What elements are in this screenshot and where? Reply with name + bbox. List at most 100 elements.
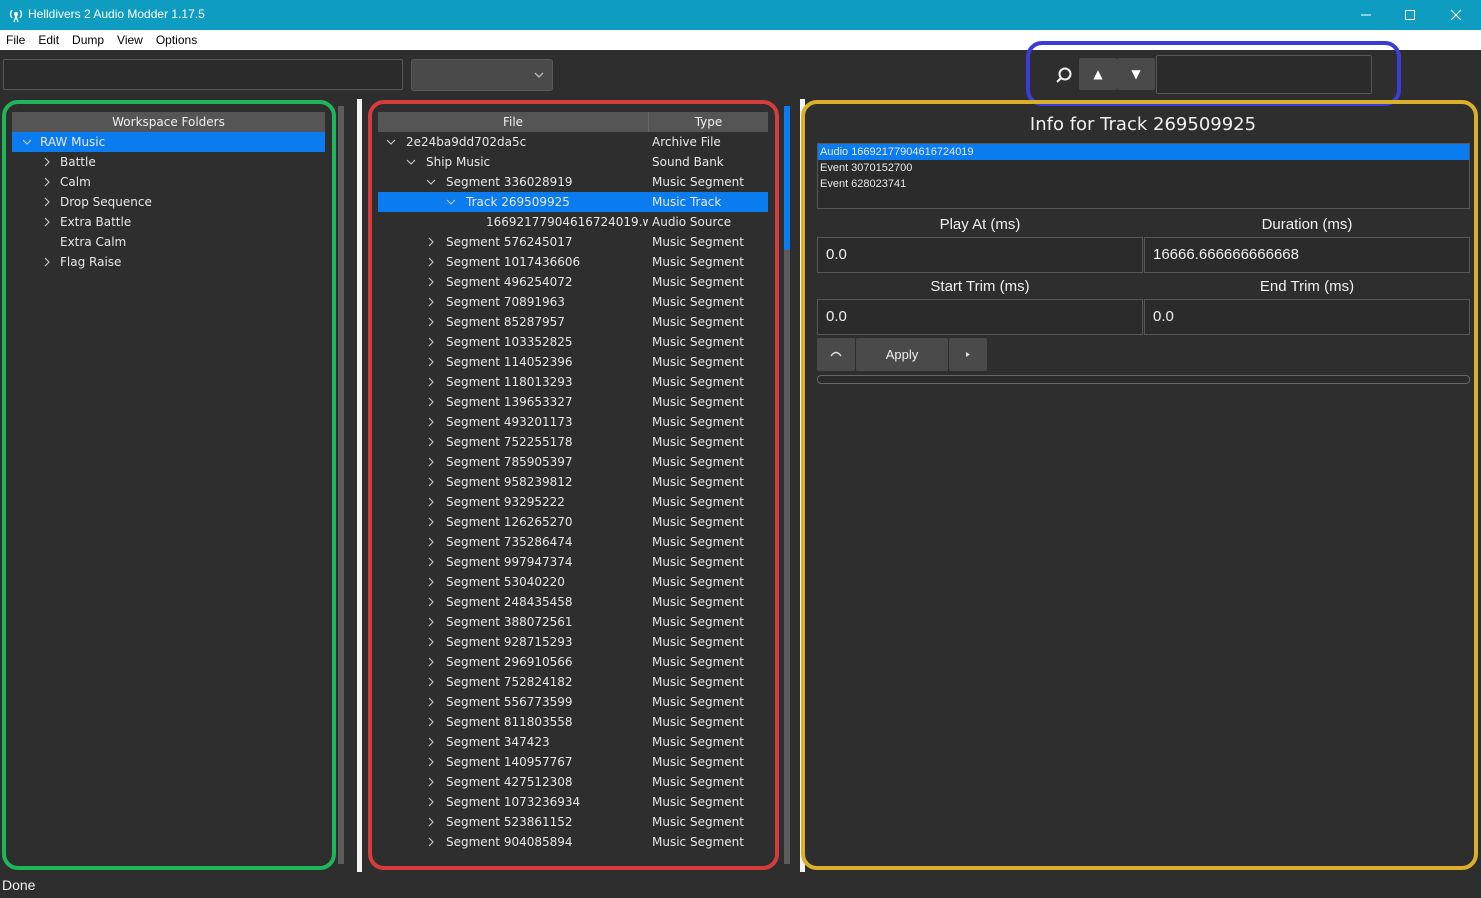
path-input[interactable] bbox=[3, 59, 403, 90]
file-column-header[interactable]: File bbox=[378, 112, 648, 132]
table-row[interactable]: Segment 336028919 Music Segment bbox=[378, 172, 768, 192]
table-row[interactable]: Segment 523861152 Music Segment bbox=[378, 812, 768, 832]
chevron-right-icon[interactable] bbox=[42, 197, 52, 207]
chevron-right-icon[interactable] bbox=[426, 617, 436, 627]
menu-view[interactable]: View bbox=[111, 33, 150, 47]
chevron-right-icon[interactable] bbox=[42, 217, 52, 227]
chevron-right-icon[interactable] bbox=[42, 177, 52, 187]
chevron-right-icon[interactable] bbox=[426, 277, 436, 287]
table-row[interactable]: Segment 928715293 Music Segment bbox=[378, 632, 768, 652]
filter-combo[interactable] bbox=[411, 59, 553, 91]
type-column-header[interactable]: Type bbox=[648, 112, 768, 132]
end-trim-input[interactable]: 0.0 bbox=[1144, 299, 1470, 335]
table-row[interactable]: Segment 752824182 Music Segment bbox=[378, 672, 768, 692]
table-row[interactable]: Segment 140957767 Music Segment bbox=[378, 752, 768, 772]
chevron-right-icon[interactable] bbox=[426, 717, 436, 727]
workspace-scrollbar[interactable] bbox=[338, 106, 344, 864]
chevron-right-icon[interactable] bbox=[426, 357, 436, 367]
table-row[interactable]: Segment 811803558 Music Segment bbox=[378, 712, 768, 732]
chevron-right-icon[interactable] bbox=[426, 437, 436, 447]
table-row[interactable]: Segment 388072561 Music Segment bbox=[378, 612, 768, 632]
chevron-right-icon[interactable] bbox=[426, 297, 436, 307]
chevron-right-icon[interactable] bbox=[426, 557, 436, 567]
chevron-right-icon[interactable] bbox=[426, 577, 436, 587]
chevron-right-icon[interactable] bbox=[42, 157, 52, 167]
workspace-header[interactable]: Workspace Folders bbox=[12, 112, 325, 132]
chevron-down-icon[interactable] bbox=[386, 137, 396, 147]
table-row[interactable]: Segment 85287957 Music Segment bbox=[378, 312, 768, 332]
table-row[interactable]: Segment 1073236934 Music Segment bbox=[378, 792, 768, 812]
menu-edit[interactable]: Edit bbox=[32, 33, 66, 47]
table-row[interactable]: Segment 735286474 Music Segment bbox=[378, 532, 768, 552]
duration-input[interactable]: 16666.666666666668 bbox=[1144, 237, 1470, 273]
table-row[interactable]: Segment 496254072 Music Segment bbox=[378, 272, 768, 292]
table-row[interactable]: Segment 347423 Music Segment bbox=[378, 732, 768, 752]
table-row[interactable]: Segment 296910566 Music Segment bbox=[378, 652, 768, 672]
table-row[interactable]: Segment 118013293 Music Segment bbox=[378, 372, 768, 392]
chevron-right-icon[interactable] bbox=[426, 697, 436, 707]
workspace-folder[interactable]: Calm bbox=[12, 172, 325, 192]
chevron-down-icon[interactable] bbox=[426, 177, 436, 187]
table-row[interactable]: Segment 126265270 Music Segment bbox=[378, 512, 768, 532]
chevron-right-icon[interactable] bbox=[426, 237, 436, 247]
search-next-button[interactable]: ▼ bbox=[1117, 58, 1155, 90]
chevron-right-icon[interactable] bbox=[426, 777, 436, 787]
start-trim-input[interactable]: 0.0 bbox=[817, 299, 1143, 335]
reference-list[interactable]: Audio 16692177904616724019 Event 30701527… bbox=[817, 143, 1470, 209]
maximize-button[interactable] bbox=[1387, 0, 1433, 30]
table-row[interactable]: Segment 493201173 Music Segment bbox=[378, 412, 768, 432]
chevron-down-icon[interactable] bbox=[446, 197, 456, 207]
table-row[interactable]: Segment 93295222 Music Segment bbox=[378, 492, 768, 512]
chevron-right-icon[interactable] bbox=[426, 337, 436, 347]
table-row[interactable]: Segment 114052396 Music Segment bbox=[378, 352, 768, 372]
chevron-right-icon[interactable] bbox=[426, 597, 436, 607]
table-row[interactable]: Segment 556773599 Music Segment bbox=[378, 692, 768, 712]
play-button[interactable] bbox=[949, 338, 987, 371]
workspace-folder[interactable]: Flag Raise bbox=[12, 252, 325, 272]
search-prev-button[interactable]: ▲ bbox=[1079, 58, 1117, 90]
chevron-right-icon[interactable] bbox=[426, 817, 436, 827]
chevron-right-icon[interactable] bbox=[426, 417, 436, 427]
table-row[interactable]: Track 269509925 Music Track bbox=[378, 192, 768, 212]
workspace-folder[interactable]: Drop Sequence bbox=[12, 192, 325, 212]
chevron-right-icon[interactable] bbox=[42, 257, 52, 267]
apply-button[interactable]: Apply bbox=[856, 338, 948, 371]
chevron-right-icon[interactable] bbox=[426, 497, 436, 507]
minimize-button[interactable] bbox=[1343, 0, 1389, 30]
workspace-folder[interactable]: Extra Calm bbox=[12, 232, 325, 252]
table-row[interactable]: 16692177904616724019.wem Audio Source bbox=[378, 212, 768, 232]
chevron-right-icon[interactable] bbox=[426, 797, 436, 807]
chevron-right-icon[interactable] bbox=[426, 537, 436, 547]
table-row[interactable]: Segment 958239812 Music Segment bbox=[378, 472, 768, 492]
chevron-right-icon[interactable] bbox=[426, 657, 436, 667]
table-row[interactable]: Segment 752255178 Music Segment bbox=[378, 432, 768, 452]
reference-item[interactable]: Audio 16692177904616724019 bbox=[818, 144, 1469, 160]
chevron-right-icon[interactable] bbox=[426, 477, 436, 487]
play-at-input[interactable]: 0.0 bbox=[817, 237, 1143, 273]
table-row[interactable]: Segment 785905397 Music Segment bbox=[378, 452, 768, 472]
menu-options[interactable]: Options bbox=[150, 33, 204, 47]
table-row[interactable]: Segment 427512308 Music Segment bbox=[378, 772, 768, 792]
table-row[interactable]: Ship Music Sound Bank bbox=[378, 152, 768, 172]
menu-dump[interactable]: Dump bbox=[66, 33, 111, 47]
search-input[interactable] bbox=[1156, 55, 1372, 94]
chevron-right-icon[interactable] bbox=[426, 737, 436, 747]
chevron-right-icon[interactable] bbox=[426, 457, 436, 467]
file-scrollbar-thumb[interactable] bbox=[784, 106, 790, 250]
rewind-button[interactable] bbox=[817, 338, 855, 371]
chevron-right-icon[interactable] bbox=[426, 837, 436, 847]
chevron-right-icon[interactable] bbox=[426, 257, 436, 267]
table-row[interactable]: 2e24ba9dd702da5c Archive File bbox=[378, 132, 768, 152]
table-row[interactable]: Segment 1017436606 Music Segment bbox=[378, 252, 768, 272]
workspace-folder[interactable]: RAW Music bbox=[12, 132, 325, 152]
table-row[interactable]: Segment 53040220 Music Segment bbox=[378, 572, 768, 592]
chevron-right-icon[interactable] bbox=[426, 517, 436, 527]
workspace-folder[interactable]: Battle bbox=[12, 152, 325, 172]
close-button[interactable] bbox=[1433, 0, 1479, 30]
chevron-right-icon[interactable] bbox=[426, 317, 436, 327]
menu-file[interactable]: File bbox=[0, 33, 32, 47]
table-row[interactable]: Segment 248435458 Music Segment bbox=[378, 592, 768, 612]
table-row[interactable]: Segment 997947374 Music Segment bbox=[378, 552, 768, 572]
splitter-left[interactable] bbox=[357, 99, 362, 872]
reference-item[interactable]: Event 3070152700 bbox=[818, 160, 1469, 176]
